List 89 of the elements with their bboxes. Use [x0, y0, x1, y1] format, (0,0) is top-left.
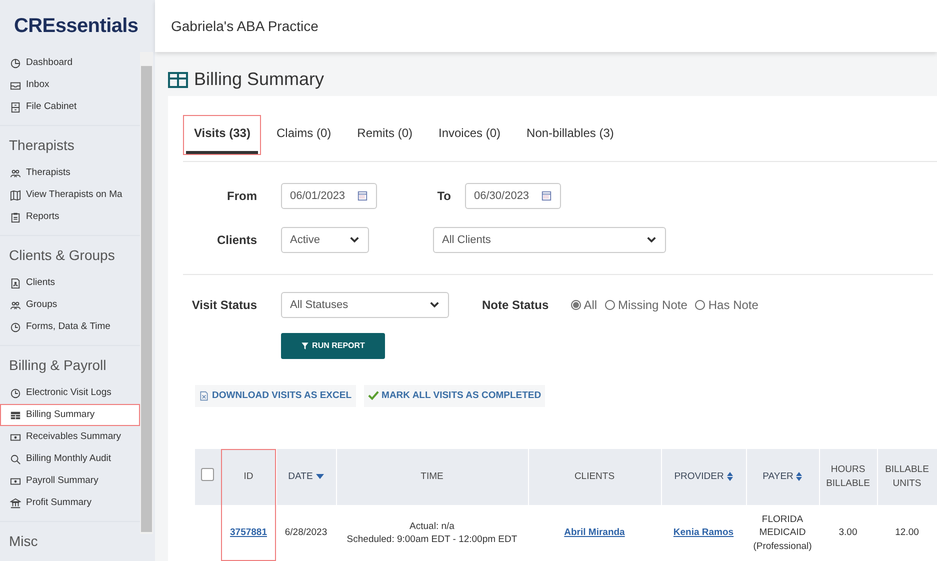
- page-title: Billing Summary: [194, 68, 324, 92]
- chevron-icon: [646, 234, 657, 246]
- calendar-icon: [541, 190, 552, 202]
- table-icon: [10, 410, 21, 420]
- scrollbar[interactable]: [140, 52, 153, 534]
- people-icon: [10, 168, 21, 178]
- field-label: To: [436, 188, 451, 205]
- calendar-icon: [357, 190, 368, 202]
- bank-icon: [10, 498, 21, 508]
- pie-chart-icon: [10, 58, 21, 68]
- chevron-icon: [349, 234, 360, 246]
- sidebar-item[interactable]: Dashboard: [0, 52, 140, 74]
- radio-option[interactable]: Has Note: [695, 296, 758, 314]
- map-icon: [10, 190, 21, 200]
- visit-id-link[interactable]: 3757881: [230, 527, 267, 538]
- column-header[interactable]: CLIENTS: [528, 449, 661, 505]
- table-cell: 6/28/2023: [284, 527, 328, 538]
- sidebar-item[interactable]: Electronic Visit Logs: [0, 382, 140, 404]
- sidebar-item[interactable]: Forms, Data & Time: [0, 316, 140, 338]
- tab[interactable]: Non-billables (3): [518, 116, 622, 154]
- sidebar-item[interactable]: Billing Summary: [0, 404, 140, 426]
- sidebar-item[interactable]: Billing Monthly Audit: [0, 448, 140, 470]
- table-cell: 3.00: [838, 527, 858, 538]
- tab[interactable]: Invoices (0): [430, 116, 509, 154]
- tab[interactable]: Remits (0): [349, 116, 420, 154]
- cabinet-icon: [10, 102, 21, 112]
- field-label: Visit Status: [190, 296, 257, 314]
- column-header[interactable]: BILLABLE UNITS: [877, 449, 937, 505]
- sidebar-item[interactable]: Therapists: [0, 162, 140, 184]
- table-cell-text: Scheduled: 9:00am EDT - 12:00pm EDT: [346, 533, 518, 546]
- clock-icon: [10, 388, 21, 398]
- sidebar-item[interactable]: Profit Summary: [0, 492, 140, 514]
- section-heading: Misc: [8, 532, 39, 551]
- table-icon: [168, 72, 188, 88]
- sidebar-item[interactable]: Reports: [0, 206, 140, 228]
- column-header[interactable]: PAYER: [746, 449, 819, 505]
- column-header[interactable]: DATE: [276, 449, 336, 505]
- table-cell: 12.00: [895, 527, 919, 538]
- section-heading: Billing & Payroll: [8, 356, 108, 375]
- sidebar-item[interactable]: Inbox: [0, 74, 140, 96]
- people-icon: [10, 300, 21, 310]
- caret-down-icon: [316, 474, 324, 479]
- status-select[interactable]: Active: [281, 226, 369, 253]
- provider-link[interactable]: Kenia Ramos: [673, 527, 734, 538]
- date-field[interactable]: 06/01/2023: [281, 182, 377, 209]
- client-link[interactable]: Abril Miranda: [564, 527, 625, 538]
- field-label: Clients: [216, 232, 257, 249]
- date-field[interactable]: 06/30/2023: [465, 182, 561, 209]
- select-all-checkbox[interactable]: [201, 468, 214, 481]
- logo: CREssentials: [14, 14, 138, 39]
- field-label: From: [226, 188, 257, 205]
- tab[interactable]: Claims (0): [268, 116, 340, 154]
- sort-icon: [726, 472, 733, 481]
- sidebar-item[interactable]: Payroll Summary: [0, 470, 140, 492]
- practice-name: Gabriela's ABA Practice: [171, 16, 318, 36]
- tab[interactable]: Visits (33): [186, 116, 258, 154]
- column-header[interactable]: HOURS BILLABLE: [819, 449, 877, 505]
- sidebar-item[interactable]: Clients: [0, 272, 140, 294]
- cash-icon: [10, 432, 21, 442]
- section-heading: Clients & Groups: [8, 246, 116, 265]
- clipboard-icon: [10, 212, 21, 222]
- radio-option[interactable]: All: [570, 296, 598, 314]
- clock-icon: [10, 322, 21, 332]
- sidebar-item[interactable]: Receivables Summary: [0, 426, 140, 448]
- table-cell-text: FLORIDA MEDICAID (Professional): [752, 513, 813, 553]
- action-button[interactable]: DOWNLOAD VISITS AS EXCEL: [195, 384, 356, 407]
- inbox-icon: [10, 80, 21, 90]
- filter-icon: [301, 342, 310, 350]
- file-icon: [199, 390, 209, 401]
- search-icon: [10, 454, 21, 464]
- field-label: Note Status: [482, 296, 549, 314]
- section-heading: Therapists: [8, 136, 76, 155]
- column-header[interactable]: TIME: [336, 449, 528, 505]
- cash-icon: [10, 476, 21, 486]
- table-cell-text: Actual: n/a: [408, 520, 456, 533]
- column-header[interactable]: ID: [221, 449, 276, 505]
- sort-icon: [796, 472, 802, 481]
- column-header[interactable]: PROVIDER: [661, 449, 746, 505]
- sidebar-item[interactable]: View Therapists on Ma: [0, 184, 140, 206]
- radio-option[interactable]: Missing Note: [605, 296, 688, 314]
- client-select[interactable]: All Clients: [433, 226, 666, 253]
- chevron-icon: [429, 299, 440, 310]
- action-button[interactable]: MARK ALL VISITS AS COMPLETED: [364, 384, 546, 407]
- run-report-button[interactable]: RUN REPORT: [281, 332, 385, 359]
- visit-status-select[interactable]: All Statuses: [281, 292, 449, 318]
- check-icon: [368, 390, 379, 402]
- sidebar-item[interactable]: File Cabinet: [0, 96, 140, 118]
- sidebar-item[interactable]: Groups: [0, 294, 140, 316]
- person-file-icon: [10, 278, 21, 288]
